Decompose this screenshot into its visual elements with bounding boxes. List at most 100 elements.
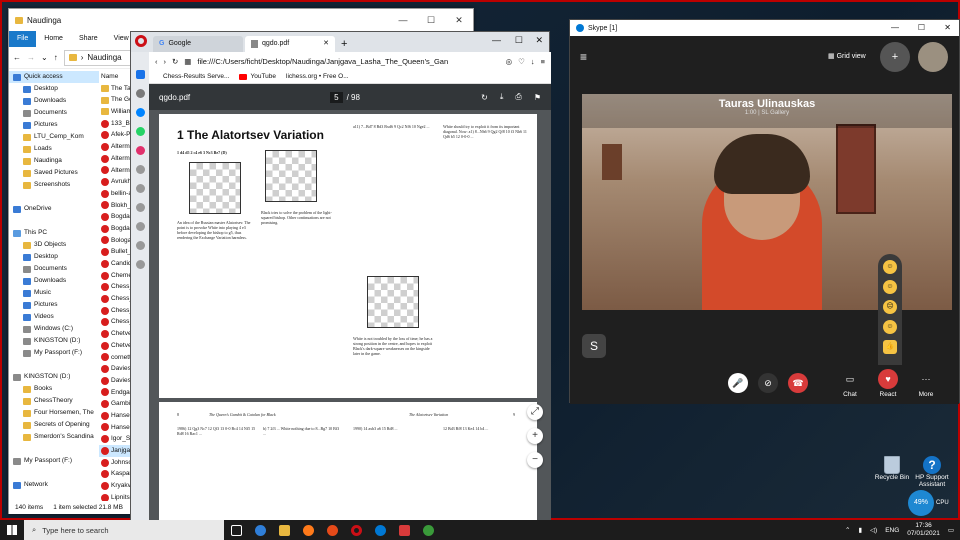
media-player-icon[interactable] [320,520,344,540]
page-number-input[interactable]: 5 [330,91,343,103]
solitaire-icon[interactable] [416,520,440,540]
pdf-viewer[interactable]: 1 The Alatortsev Variation 1 d4 d5 2 c4 … [149,110,551,521]
notifications-icon[interactable]: ▭ [948,526,954,534]
wow-emoji-icon[interactable]: ☺ [883,320,897,334]
opera-icon[interactable] [344,520,368,540]
edge-icon[interactable] [248,520,272,540]
minimize-button[interactable]: — [492,35,501,45]
back-icon[interactable]: ‹ [155,57,158,66]
box-icon[interactable] [135,203,145,212]
microphone-icon[interactable]: 🎤 [728,373,748,393]
nav-item[interactable]: Loads [9,143,99,155]
hamburger-menu-icon[interactable]: ≡ [580,50,587,64]
minimize-button[interactable]: — [891,23,899,32]
zoom-in-button[interactable]: + [527,428,543,444]
hp-support-assistant[interactable]: ? HP Support Assistant [912,456,952,488]
clock[interactable]: 17:36 07/01/2021 [907,522,940,538]
firefox-icon[interactable] [296,520,320,540]
reload-icon[interactable]: ↻ [172,57,178,66]
react-heart-icon[interactable]: ♥ [878,369,898,389]
zoom-out-button[interactable]: − [527,452,543,468]
back-icon[interactable]: ← [13,53,21,62]
grid-view-button[interactable]: ▦ Grid view [828,52,866,60]
nav-item[interactable]: KINGSTON (D:) [9,335,99,347]
language-indicator[interactable]: ENG [885,527,899,534]
nav-item[interactable]: Naudinga [9,155,99,167]
start-button[interactable] [0,520,24,540]
nav-item[interactable]: Downloads [9,275,99,287]
hang-up-icon[interactable]: ☎ [788,373,808,393]
nav-item[interactable]: Pictures [9,119,99,131]
bookmark-lichess[interactable]: lichess.org • Free O... [286,73,349,80]
url-input[interactable]: file:///C:/Users/ficht/Desktop/Naudinga/… [197,57,499,66]
bulb-icon[interactable] [135,260,145,269]
close-tab-icon[interactable]: ✕ [323,36,329,52]
opera-logo-icon[interactable] [135,35,147,47]
close-button[interactable]: ✕ [944,23,951,32]
maximize-button[interactable]: ☐ [918,23,925,32]
up-icon[interactable]: ↑ [54,53,58,62]
thumbs-up-icon[interactable]: 👍 [883,340,897,354]
avatar[interactable] [918,42,948,72]
forward-icon[interactable]: → [27,53,35,62]
nav-item[interactable]: LTU_Cemp_Kom [9,131,99,143]
task-view-icon[interactable] [224,520,248,540]
fit-page-button[interactable]: ⤢ [527,404,543,420]
bookmark-youtube[interactable]: YouTube [239,73,276,80]
nav-item[interactable]: KINGSTON (D:) [9,371,99,383]
maximize-button[interactable]: ☐ [515,35,523,46]
bookmark-icon[interactable]: ⚑ [534,93,541,102]
maximize-button[interactable]: ☐ [417,9,445,31]
nav-item[interactable]: Desktop [9,251,99,263]
nav-item[interactable]: Smerdon's Scandina [9,431,99,443]
nav-item[interactable]: Four Horsemen, The [9,407,99,419]
network-icon[interactable]: ▮ [858,526,862,534]
nav-item[interactable]: Pictures [9,299,99,311]
nav-item[interactable]: 3D Objects [9,239,99,251]
settings-icon[interactable] [135,241,145,250]
tab-share[interactable]: Share [71,31,106,47]
tab-google[interactable]: G Google [153,36,243,52]
tab-file[interactable]: File [9,31,37,47]
surprised-emoji-icon[interactable]: ☺ [883,280,897,294]
nav-item[interactable]: This PC [9,227,99,239]
nav-item[interactable]: Quick access [9,71,99,83]
heart-icon[interactable] [135,184,145,193]
nav-item[interactable]: Screenshots [9,179,99,191]
calendar-app-icon[interactable] [392,520,416,540]
camera-icon[interactable]: ◎ [506,57,513,66]
nav-item[interactable]: Music [9,287,99,299]
minimize-button[interactable]: — [389,9,417,31]
self-view-avatar[interactable]: S [582,334,606,358]
sad-emoji-icon[interactable]: ☹ [883,300,897,314]
menu-icon[interactable]: ≡ [541,57,551,66]
heart-icon[interactable]: ♡ [518,57,525,66]
apps-icon[interactable] [135,89,145,98]
file-explorer-icon[interactable] [272,520,296,540]
new-tab-button[interactable]: + [337,36,351,52]
nav-item[interactable]: Documents [9,263,99,275]
search-box[interactable]: ⌕ Type here to search [24,520,224,540]
nav-item[interactable]: My Passport (F:) [9,455,99,467]
close-button[interactable]: ✕ [535,35,543,46]
nav-item[interactable]: Documents [9,107,99,119]
tab-home[interactable]: Home [36,31,71,47]
print-icon[interactable]: ⎙ [515,92,521,102]
skype-taskbar-icon[interactable] [368,520,392,540]
nav-item[interactable]: Saved Pictures [9,167,99,179]
whatsapp-icon[interactable] [135,127,145,136]
download-icon[interactable]: ⤓ [500,92,504,102]
rotate-icon[interactable]: ↻ [481,93,488,102]
nav-item[interactable]: Desktop [9,83,99,95]
bookmark-chess-results[interactable]: Chess-Results Serve... [163,73,229,80]
forward-icon[interactable]: › [164,57,167,66]
tab-pdf[interactable]: qgdo.pdf ✕ [245,36,335,52]
nav-item[interactable]: Secrets of Opening [9,419,99,431]
laugh-emoji-icon[interactable]: ☺ [883,260,897,274]
history-icon[interactable] [135,222,145,231]
close-button[interactable]: ✕ [445,9,473,31]
download-icon[interactable]: ↓ [531,57,535,66]
chat-icon[interactable]: ▭ [840,369,860,389]
home-icon[interactable] [135,70,145,79]
instagram-icon[interactable] [135,146,145,155]
